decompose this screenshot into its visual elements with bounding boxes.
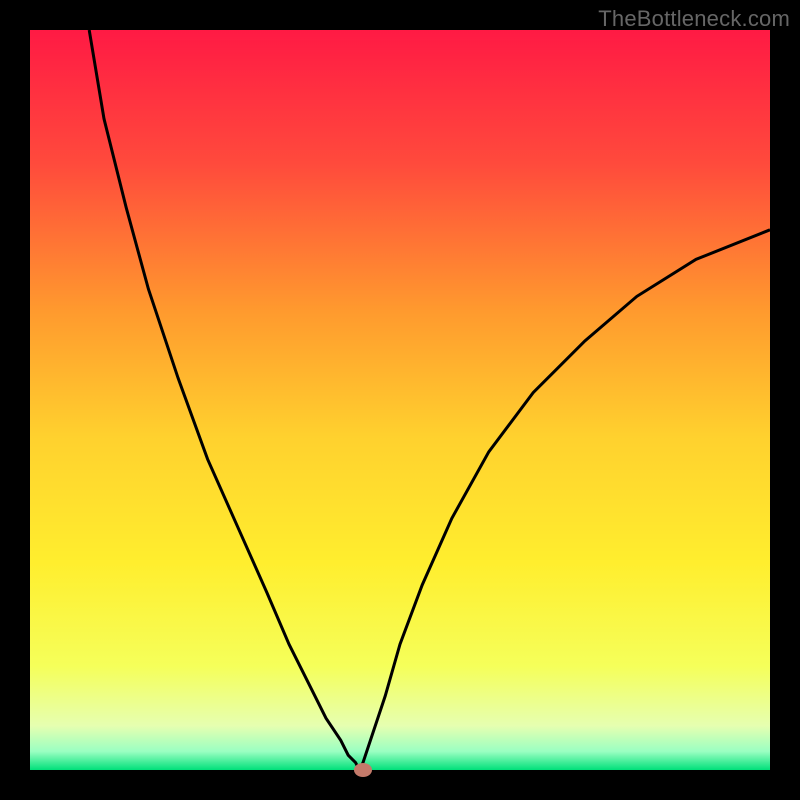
- bottleneck-chart: [0, 0, 800, 800]
- chart-container: TheBottleneck.com: [0, 0, 800, 800]
- optimal-point-marker: [354, 763, 372, 777]
- watermark-text: TheBottleneck.com: [598, 6, 790, 32]
- plot-background: [30, 30, 770, 770]
